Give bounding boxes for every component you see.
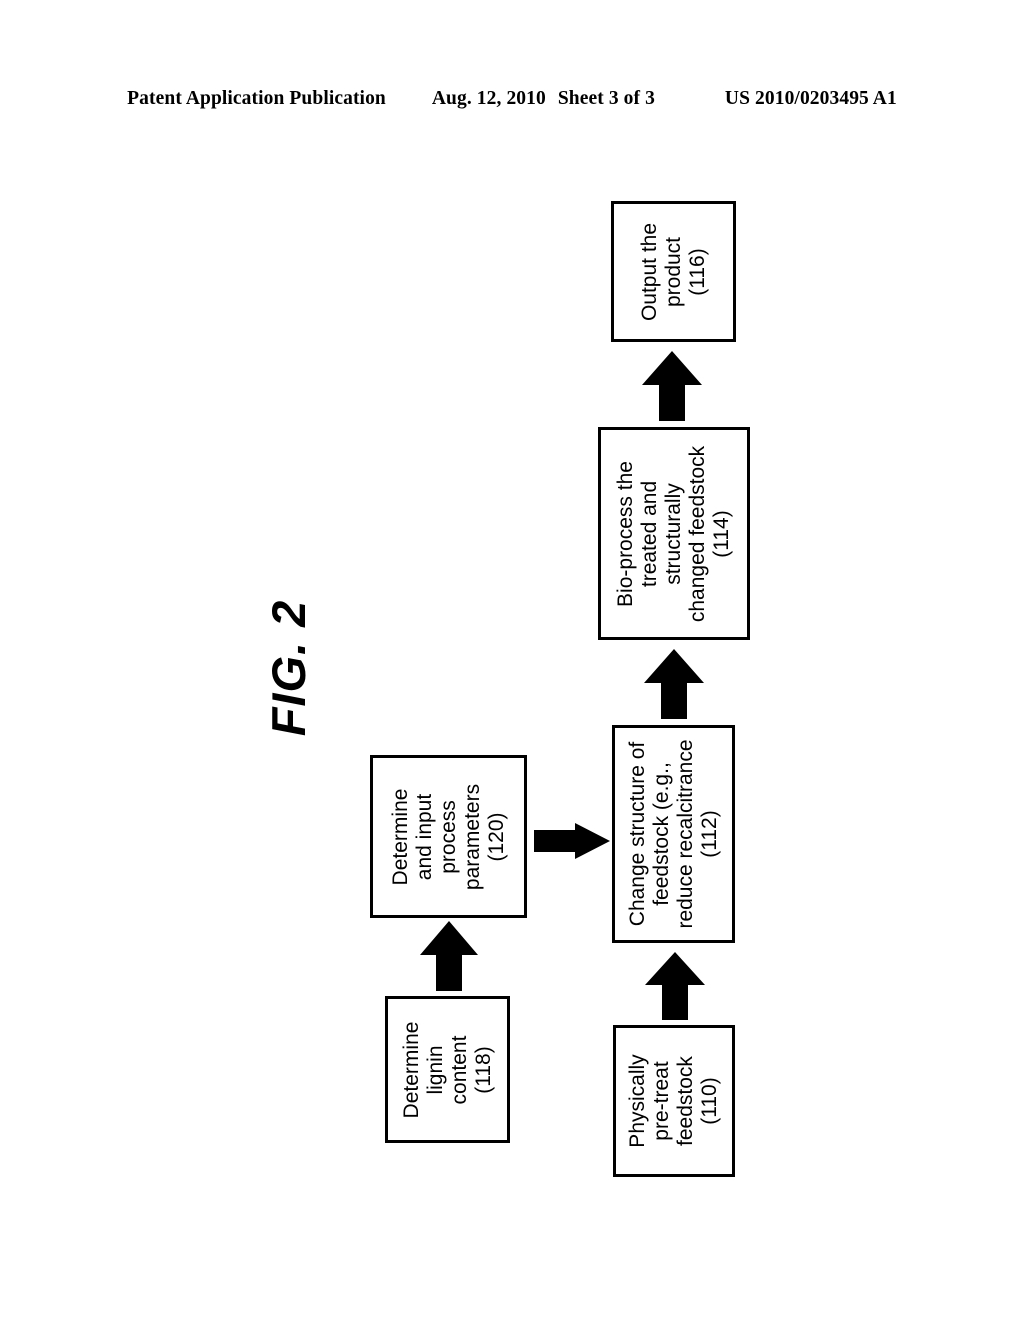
flow-box-output-product-line-1: Output the bbox=[637, 222, 661, 321]
arrow-change-structure-to-bio-process bbox=[642, 649, 706, 719]
flow-box-bio-process-ref: (114) bbox=[709, 509, 733, 558]
arrow-pretreat-to-change-structure bbox=[643, 952, 707, 1020]
header-publication-label: Patent Application Publication bbox=[127, 88, 386, 109]
figure-label: FIG. 2 bbox=[261, 599, 315, 737]
header-date-label: Aug. 12, 2010 bbox=[431, 88, 546, 109]
page-header: Patent Application Publication Aug. 12, … bbox=[0, 88, 1024, 118]
flow-box-output-product-text: Output the product (116) bbox=[638, 222, 710, 320]
flow-box-process-parameters-line-4: parameters bbox=[460, 783, 484, 890]
flow-box-change-structure-text: Change structure of feedstock (e.g., red… bbox=[626, 739, 722, 928]
patent-drawing-page: Patent Application Publication Aug. 12, … bbox=[0, 0, 1024, 1320]
flow-box-output-product-ref: (116) bbox=[685, 247, 709, 296]
flow-box-bio-process-line-4: changed feedstock bbox=[685, 445, 709, 622]
flow-box-physically-pretreat-line-2: pre-treat bbox=[650, 1061, 674, 1141]
flow-box-bio-process-line-1: Bio-process the bbox=[614, 460, 638, 607]
flow-box-physically-pretreat-line-3: feedstock bbox=[674, 1056, 697, 1146]
header-patent-number: US 2010/0203495 A1 bbox=[724, 88, 897, 109]
flow-box-change-structure-line-1: Change structure of bbox=[625, 741, 649, 927]
arrow-lignin-to-process-parameters bbox=[418, 921, 480, 991]
flow-box-change-structure-ref: (112) bbox=[697, 810, 721, 858]
flow-box-physically-pretreat-line-1: Physically bbox=[626, 1054, 650, 1148]
flow-box-output-product-line-2: product bbox=[661, 236, 685, 307]
flow-box-lignin-content-line-2: lignin bbox=[423, 1044, 447, 1095]
header-sheet-label: Sheet 3 of 3 bbox=[557, 88, 655, 109]
flow-box-lignin-content: Determine lignin content (118) bbox=[385, 996, 510, 1143]
flow-box-process-parameters-line-2: and input bbox=[412, 793, 436, 880]
flow-box-bio-process: Bio-process the treated and structurally… bbox=[598, 427, 750, 640]
flow-box-physically-pretreat-ref: (110) bbox=[697, 1077, 721, 1125]
arrow-bio-process-to-output bbox=[640, 351, 704, 421]
flow-box-change-structure: Change structure of feedstock (e.g., red… bbox=[612, 725, 735, 943]
flow-box-bio-process-text: Bio-process the treated and structurally… bbox=[614, 445, 734, 621]
arrow-process-parameters-to-change-structure bbox=[534, 822, 610, 860]
flow-box-lignin-content-text: Determine lignin content (118) bbox=[400, 1021, 496, 1118]
flow-box-bio-process-line-3: structurally bbox=[662, 482, 686, 585]
flow-box-output-product: Output the product (116) bbox=[611, 201, 736, 342]
flow-box-process-parameters-text: Determine and input process parameters (… bbox=[389, 783, 509, 889]
flow-box-physically-pretreat: Physically pre-treat feedstock (110) bbox=[613, 1025, 735, 1177]
flow-box-change-structure-line-2: feedstock (e.g., bbox=[649, 762, 673, 906]
flow-box-process-parameters: Determine and input process parameters (… bbox=[370, 755, 527, 918]
flow-box-lignin-content-ref: (118) bbox=[471, 1045, 495, 1094]
flow-box-lignin-content-line-1: Determine bbox=[399, 1021, 423, 1118]
flow-box-lignin-content-line-3: content bbox=[447, 1035, 471, 1104]
flow-box-process-parameters-ref: (120) bbox=[484, 811, 508, 862]
flow-box-process-parameters-line-1: Determine bbox=[388, 788, 412, 885]
flow-box-physically-pretreat-text: Physically pre-treat feedstock (110) bbox=[626, 1054, 722, 1147]
flow-box-process-parameters-line-3: process bbox=[436, 799, 460, 874]
flow-box-bio-process-line-2: treated and bbox=[638, 480, 662, 587]
flow-box-change-structure-line-3: reduce recalcitrance bbox=[673, 739, 697, 929]
